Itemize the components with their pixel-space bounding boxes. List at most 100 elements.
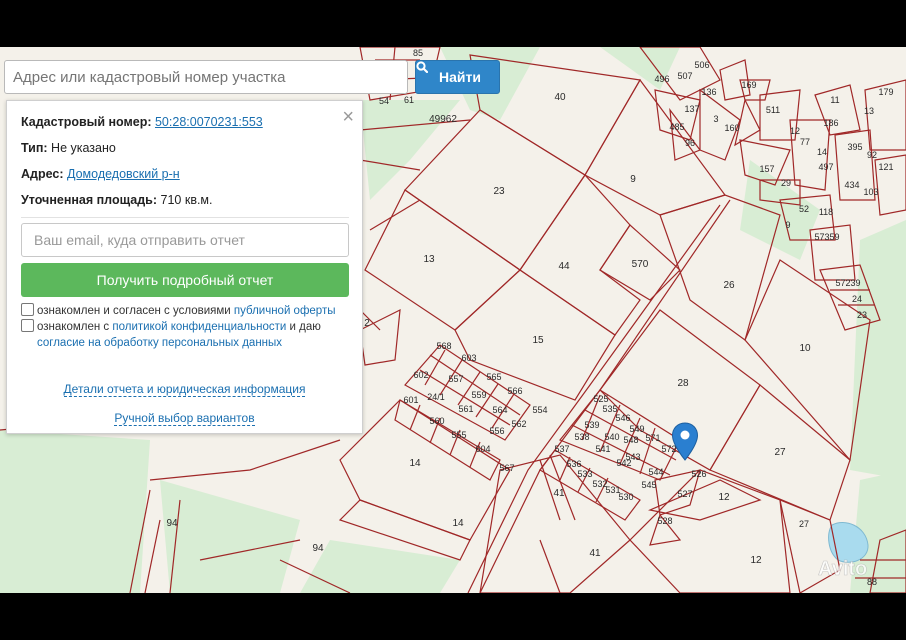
parcel-label: 27 [774,447,786,458]
privacy-consent-line2: согласие на обработку персональных данны… [21,335,367,351]
parcel-label: 556 [489,426,504,436]
privacy-consent-text: ознакомлен с [37,321,110,333]
address-row: Адрес: Домодедовский р-н [21,167,180,181]
parcel-label: 541 [595,444,610,454]
parcel-label: 61 [404,95,414,105]
address-link[interactable]: Домодедовский р-н [67,167,180,181]
parcel-label: 533 [577,469,592,479]
public-offer-link[interactable]: публичной оферты [234,305,336,317]
parcel-label: 10 [799,343,811,354]
parcel-label: 568 [436,341,451,351]
parcel-label: 536 [566,459,581,469]
type-value: Не указано [51,141,116,155]
parcel-label: 571 [645,433,660,443]
close-icon[interactable]: × [342,107,354,127]
cadastral-map[interactable]: 40 49962 23 9 13 44 570 26 15 2 28 10 14… [0,47,906,593]
parcel-label: 15 [532,335,544,346]
parcel-label: 136 [701,87,716,97]
parcel-label: 570 [632,259,649,270]
parcel-label: 179 [878,87,893,97]
report-details-link[interactable]: Детали отчета и юридическая информация [7,382,362,397]
personal-data-consent-link[interactable]: согласие на обработку персональных данны… [37,337,282,349]
parcel-label: 544 [648,467,663,477]
top-letterbox [0,0,906,47]
parcel-label: 557 [448,374,463,384]
parcel-label: 543 [625,452,640,462]
privacy-consent: ознакомлен с политикой конфиденциальност… [21,319,351,335]
parcel-label: 23 [493,186,505,197]
parcel-label: 538 [574,432,589,442]
parcel-label: 564 [492,405,507,415]
email-field[interactable]: Ваш email, куда отправить отчет [21,223,349,257]
parcel-label: 530 [618,492,633,502]
parcel-label: 14 [817,147,827,157]
parcel-label: 395 [847,142,862,152]
parcel-label: 85 [413,48,423,58]
cadastral-number-label: Кадастровый номер: [21,115,152,129]
parcel-label: 604 [475,444,490,454]
parcel-label: 23 [857,310,867,320]
get-report-button[interactable]: Получить подробный отчет [21,263,349,297]
parcel-label: 12 [750,555,762,566]
parcel-label: 562 [511,419,526,429]
parcel-label: 121 [878,162,893,172]
parcel-label: 565 [486,372,501,382]
parcel-label: 44 [558,261,570,272]
parcel-label: 137 [684,104,699,114]
parcel-label: 497 [818,162,833,172]
parcel-label: 560 [429,416,444,426]
cadastral-number-link[interactable]: 50:28:0070231:553 [155,115,263,129]
parcel-label: 12 [718,492,730,503]
search-button[interactable]: Найти [415,60,500,94]
parcel-label: 94 [312,543,324,554]
parcel-label: 549 [629,424,644,434]
parcel-label: 169 [741,80,756,90]
parcel-label: 94 [166,518,178,529]
parcel-label: 41 [553,488,565,499]
privacy-checkbox[interactable] [21,319,34,332]
avito-watermark: Avito [818,558,867,580]
parcel-label: 57359 [814,232,839,242]
parcel-label: 57239 [835,278,860,288]
search-input[interactable] [4,60,408,94]
parcel-label: 511 [766,105,780,115]
parcel-label: 602 [413,370,428,380]
parcel-label: 52 [799,204,809,214]
parcel-label: 24/1 [427,392,445,402]
parcel-label: 567 [499,463,514,473]
parcel-label: 12 [790,126,800,136]
parcel-label: 3 [713,114,718,124]
parcel-label: 528 [657,516,672,526]
parcel-label: 157 [759,164,774,174]
parcel-label: 434 [844,180,859,190]
parcel-label: 26 [723,280,735,291]
area-label: Уточненная площадь: [21,193,158,207]
parcel-label: 506 [694,60,709,70]
parcel-label: 555 [451,430,466,440]
parcel-label: 11 [830,95,839,105]
parcel-label: 548 [623,435,638,445]
parcel-label: 526 [691,469,706,479]
manual-selection-link[interactable]: Ручной выбор вариантов [7,411,362,426]
type-label: Тип: [21,141,48,155]
parcel-label: 537 [554,444,569,454]
parcel-label: 539 [584,420,599,430]
parcel-label: 28 [677,378,689,389]
parcel-label: 41 [589,548,601,559]
parcel-label: 88 [867,577,877,587]
panel-divider [21,217,349,218]
parcel-label: 554 [532,405,547,415]
parcel-label: 601 [403,395,418,405]
parcel-label: 485 [669,122,684,132]
offer-checkbox[interactable] [21,303,34,316]
parcel-label: 559 [471,390,486,400]
parcel-label: 14 [409,458,421,469]
bottom-letterbox [0,593,906,640]
offer-consent: ознакомлен и согласен с условиями публич… [21,303,351,319]
privacy-policy-link[interactable]: политикой конфиденциальности [112,321,286,333]
cadastral-number-row: Кадастровый номер: 50:28:0070231:553 [21,115,263,129]
parcel-label: 186 [823,118,838,128]
search-button-label: Найти [439,69,481,85]
parcel-label: 49962 [429,114,457,125]
type-row: Тип: Не указано [21,141,116,155]
